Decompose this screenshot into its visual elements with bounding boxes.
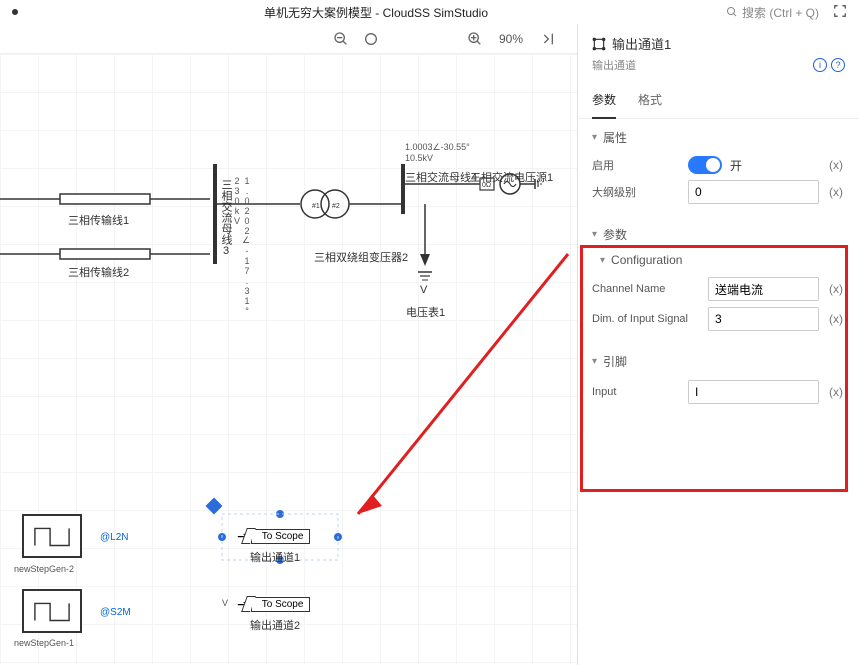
section-attrs[interactable]: ▾属性 [592,129,845,146]
reset-chname[interactable]: (x) [827,282,845,296]
reset-input-pin[interactable]: (x) [827,385,845,399]
toggle-enable[interactable] [688,156,722,174]
reset-enable[interactable]: (x) [827,158,845,172]
chevron-down-icon: ▾ [592,229,597,240]
canvas-grid[interactable] [0,54,577,665]
panel-title: 输出通道1 [612,34,671,53]
zoom-in-icon[interactable] [467,31,483,47]
component-icon [592,37,606,51]
label-step1: newStepGen-1 [14,638,74,648]
scope-tag: To Scope [251,529,311,544]
zoom-reset-icon[interactable] [363,31,379,47]
block-output2[interactable]: ⇥ To Scope [237,592,317,616]
input-pin[interactable] [688,380,819,404]
label-vmeter: 电压表1 [406,304,445,320]
properties-panel: 输出通道1 输出通道 i ? 参数 格式 ▾属性 启用 开 (x) 大纲级别 (… [577,24,859,665]
unsaved-dot [12,9,18,15]
section-config[interactable]: ▾Configuration [600,253,845,267]
label-bus4: 三相交流母线4 [405,169,477,185]
label-chname: Channel Name [592,283,700,295]
label-out2: 输出通道2 [250,617,300,633]
collapse-panel-icon[interactable] [539,31,555,47]
label-txline1: 三相传输线1 [68,212,129,228]
label-source: 三相交流电压源1 [470,169,553,185]
chevron-down-icon: ▾ [592,132,597,143]
section-params[interactable]: ▾参数 [592,226,845,243]
panel-subtitle: 输出通道 [592,57,636,73]
search-icon [726,6,738,18]
input-chname[interactable] [708,277,819,301]
label-bus3-meas: 1.0202∠-17.31° 230kV [232,176,252,316]
label-dim: Dim. of Input Signal [592,313,700,325]
search-box[interactable]: 搜索 (Ctrl + Q) [726,4,819,21]
label-txline2: 三相传输线2 [68,264,129,280]
block-output1[interactable]: ⇥ To Scope [237,524,317,548]
block-stepgen-1[interactable] [22,589,82,633]
zoom-value: 90% [499,32,523,46]
zoom-out-icon[interactable] [333,31,349,47]
chevron-down-icon: ▾ [592,356,597,367]
scope-tag: To Scope [251,597,311,612]
reset-dim[interactable]: (x) [827,312,845,326]
reset-outline[interactable]: (x) [827,185,845,199]
port-l2n: @L2N [100,532,129,543]
toggle-state: 开 [730,157,742,174]
label-bus4-meas: 1.0003∠-30.55° 10.5kV [405,142,470,163]
label-v: V [420,284,427,296]
label-v2: V [222,598,228,608]
section-pins[interactable]: ▾引脚 [592,353,845,370]
label-enable: 启用 [592,157,680,173]
info-icon[interactable]: i [813,58,827,72]
block-stepgen-2[interactable] [22,514,82,558]
help-icon[interactable]: ? [831,58,845,72]
tab-format[interactable]: 格式 [638,83,662,118]
app-title: 单机无穷大案例模型 - CloudSS SimStudio [26,4,726,21]
label-step2: newStepGen-2 [14,564,74,574]
label-outline: 大纲级别 [592,184,680,200]
tab-params[interactable]: 参数 [592,83,616,118]
label-xfmr: 三相双绕组变压器2 [314,249,408,265]
chevron-down-icon: ▾ [600,255,605,266]
input-dim[interactable] [708,307,819,331]
input-outline[interactable] [688,180,819,204]
label-out1: 输出通道1 [250,549,300,565]
port-s2m: @S2M [100,607,131,618]
label-input-pin: Input [592,386,680,398]
fullscreen-icon[interactable] [833,4,847,21]
